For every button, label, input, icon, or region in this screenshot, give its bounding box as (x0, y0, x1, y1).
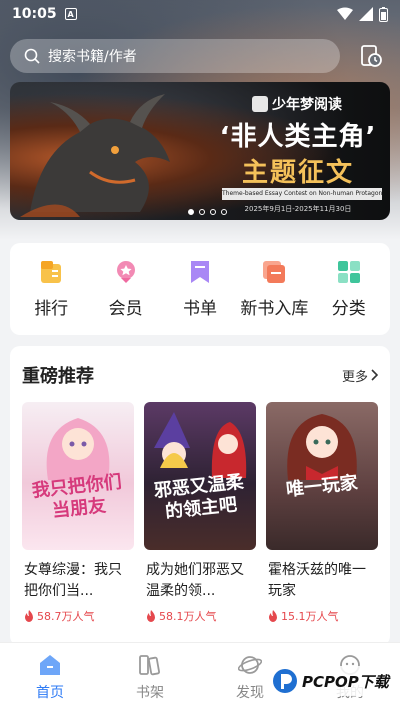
banner-brand-text: 少年梦阅读 (272, 97, 342, 113)
banner-subtitle-en: Theme-based Essay Contest on Non-human P… (222, 188, 382, 200)
dragon-illustration (20, 94, 170, 217)
quick-links: 排行 会员 书单 新书入库 分类 (10, 243, 390, 335)
book-popularity: 58.7万人气 (22, 608, 134, 624)
nav-bookshelf[interactable]: 书架 (115, 654, 185, 702)
quick-link-label: 会员 (108, 298, 143, 319)
popularity-value: 15.1万人气 (281, 610, 339, 623)
quick-link-label: 新书入库 (240, 298, 309, 319)
new-books-icon (263, 260, 286, 283)
search-row: 搜索书籍/作者 (10, 38, 390, 74)
popularity-value: 58.1万人气 (159, 610, 217, 623)
book-cover-title: 邪恶又温柔的领主吧 (152, 471, 245, 523)
pager-dot[interactable] (188, 209, 194, 215)
book-cover[interactable]: 我只把你们当朋友 (22, 402, 134, 550)
brand-logo-icon (252, 96, 268, 112)
wifi-icon (337, 7, 353, 20)
quick-link-ranking[interactable]: 排行 (14, 260, 88, 319)
promo-banner[interactable]: 少年梦阅读 ‘非人类主角’ 主题征文 Theme-based Essay Con… (10, 82, 390, 220)
home-icon (40, 654, 60, 675)
nav-label: 书架 (136, 684, 164, 701)
watermark: PCPOP下载 (268, 666, 393, 696)
quick-link-new-books[interactable]: 新书入库 (237, 260, 311, 319)
nav-label: 发现 (236, 684, 264, 701)
quick-link-category[interactable]: 分类 (312, 260, 386, 319)
quick-link-vip[interactable]: 会员 (89, 260, 163, 319)
book-popularity: 15.1万人气 (266, 608, 378, 624)
status-time: 10:05 (12, 6, 57, 22)
quick-link-label: 书单 (182, 298, 217, 319)
battery-icon (379, 6, 388, 22)
flame-icon (269, 610, 277, 622)
book-cover[interactable]: 唯一玩家 (266, 402, 378, 550)
chevron-right-icon (371, 369, 378, 381)
cover-character-art (154, 412, 247, 478)
quick-link-label: 分类 (331, 298, 366, 319)
banner-title-line1: ‘非人类主角’ (219, 122, 377, 152)
popularity-value: 58.7万人气 (37, 610, 95, 623)
vip-icon (116, 260, 135, 283)
recommend-title: 重磅推荐 (22, 366, 94, 387)
nav-label: 首页 (36, 684, 64, 701)
book-cover-title: 我只把你们当朋友 (30, 471, 123, 522)
book-title: 女尊综漫：我只把你们当... (24, 562, 122, 599)
quick-link-booklist[interactable]: 书单 (163, 260, 237, 319)
pager-dot[interactable] (210, 209, 216, 215)
search-placeholder: 搜索书籍/作者 (48, 49, 137, 65)
cover-character-art (46, 418, 110, 480)
nav-home[interactable]: 首页 (15, 654, 85, 702)
book-card[interactable]: 我只把你们当朋友 女尊综漫：我只把你们当... 58.7万人气 (22, 402, 134, 624)
bookshelf-icon (139, 654, 160, 675)
status-icons (337, 6, 388, 22)
book-cover[interactable]: 邪恶又温柔的领主吧 (144, 402, 256, 550)
signal-icon (359, 7, 373, 21)
flame-icon (25, 610, 33, 622)
banner-title-line2: 主题征文 (241, 158, 354, 188)
more-link[interactable]: 更多 (342, 366, 378, 385)
recommend-header: 重磅推荐 更多 (22, 362, 378, 388)
discover-icon (238, 655, 262, 674)
banner-brand: 少年梦阅读 (252, 94, 342, 114)
recommend-section: 重磅推荐 更多 我只把你们当朋友 女尊综漫：我只把你们当... 58.7万人气 (10, 346, 390, 646)
watermark-text: PCPOP下载 (302, 672, 389, 691)
category-icon (337, 260, 360, 283)
notification-badge-icon: A (64, 8, 77, 20)
book-title: 霍格沃兹的唯一玩家 (268, 562, 366, 599)
quick-link-label: 排行 (34, 298, 69, 319)
book-card[interactable]: 邪恶又温柔的领主吧 成为她们邪恶又温柔的领... 58.1万人气 (144, 402, 256, 624)
book-card[interactable]: 唯一玩家 霍格沃兹的唯一玩家 15.1万人气 (266, 402, 378, 624)
banner-dates: 2025年9月1日-2025年11月30日 (244, 205, 352, 213)
search-input[interactable]: 搜索书籍/作者 (10, 39, 340, 73)
pager-dot[interactable] (221, 209, 227, 215)
reading-history-button[interactable] (356, 41, 386, 71)
search-icon (24, 48, 40, 64)
history-icon (361, 45, 382, 67)
cover-character-art (287, 414, 357, 480)
banner-pager (188, 209, 227, 215)
book-title: 成为她们邪恶又温柔的领... (146, 562, 244, 599)
status-bar: 10:05 A (0, 0, 400, 28)
pcpop-logo-icon (273, 669, 297, 693)
ranking-icon (41, 260, 62, 283)
pager-dot[interactable] (199, 209, 205, 215)
booklist-icon (190, 260, 209, 283)
more-label: 更多 (341, 369, 368, 385)
book-popularity: 58.1万人气 (144, 608, 256, 624)
flame-icon (147, 610, 155, 622)
